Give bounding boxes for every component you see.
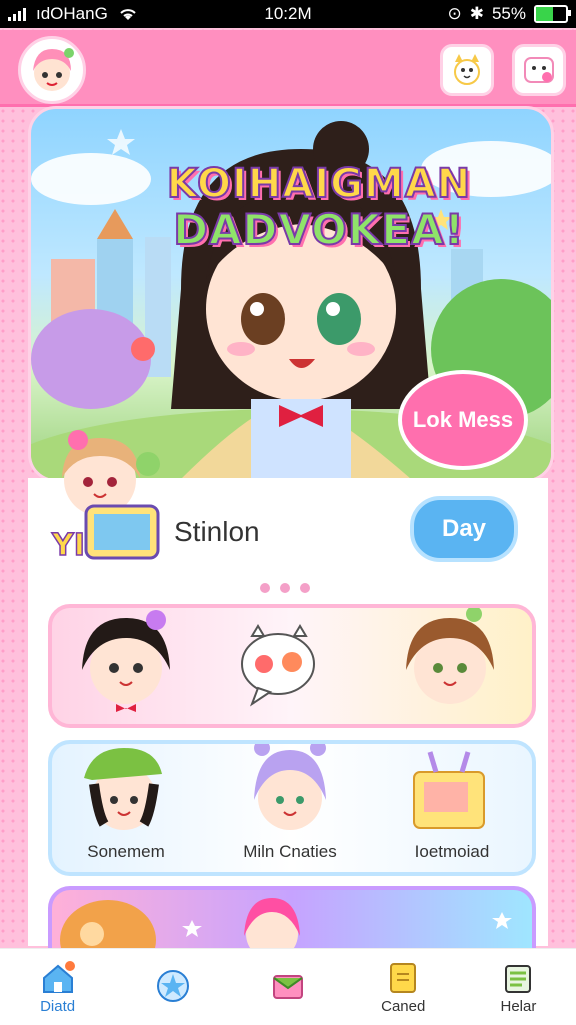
hero-title: KOIHAIGMAN DADVOKEA!	[149, 160, 489, 254]
page-dot[interactable]	[260, 583, 270, 593]
sticker-cat-icon[interactable]	[440, 44, 494, 96]
tab-discover[interactable]	[115, 949, 230, 1025]
page-indicator	[260, 583, 310, 593]
tab-home-label: Diatd	[40, 997, 76, 1015]
day-button[interactable]: Day	[410, 496, 518, 562]
list-icon	[505, 964, 532, 993]
page-dot[interactable]	[280, 583, 290, 593]
character-card-row-3[interactable]	[48, 886, 536, 950]
profile-badge-text: YI	[51, 527, 85, 564]
tab-help-label: Helar	[500, 997, 537, 1015]
page-dot[interactable]	[300, 583, 310, 593]
profile-name: Stinlon	[174, 516, 260, 547]
card-row-3-art	[60, 898, 512, 950]
profile-badge[interactable]: YI	[48, 428, 164, 568]
tab-help[interactable]: Helar	[461, 949, 576, 1025]
card-label-1: Sonemem	[87, 842, 165, 861]
character-card-row-1[interactable]	[48, 604, 536, 728]
tab-messages[interactable]	[230, 949, 345, 1025]
tab-home[interactable]: Diatd	[0, 949, 115, 1025]
app-header	[0, 30, 576, 107]
tab-notes-label: Caned	[381, 997, 426, 1015]
battery-percent: 55%	[491, 4, 526, 23]
hero-title-line2: DADVOKEA!	[172, 205, 465, 254]
home-icon	[42, 960, 75, 993]
status-bar: ıdOHanG 10:2M ⊙ ✱ 55%	[0, 0, 576, 28]
bluetooth-icon: ✱	[469, 4, 484, 23]
card-row-1-art	[82, 606, 494, 712]
tab-notes[interactable]: Caned	[346, 949, 461, 1025]
anime-girl-avatar-icon[interactable]	[18, 36, 86, 104]
sticker-face-icon[interactable]	[512, 44, 566, 96]
card-label-2: Miln Cnaties	[243, 842, 337, 861]
alarm-icon: ⊙	[447, 4, 462, 23]
talk-bubble-button[interactable]: Lok Mess	[398, 370, 528, 470]
note-icon	[390, 962, 417, 993]
battery-icon	[534, 5, 571, 23]
hero-title-line1: KOIHAIGMAN	[166, 160, 472, 208]
character-card-row-2[interactable]: Sonemem Miln Cnaties Ioetmoiad	[48, 740, 536, 876]
bottom-tab-bar: Diatd Caned Helar	[0, 948, 576, 1025]
card-label-3: Ioetmoiad	[414, 842, 490, 861]
envelope-icon	[273, 975, 303, 999]
star-rocket-icon	[156, 970, 189, 1002]
